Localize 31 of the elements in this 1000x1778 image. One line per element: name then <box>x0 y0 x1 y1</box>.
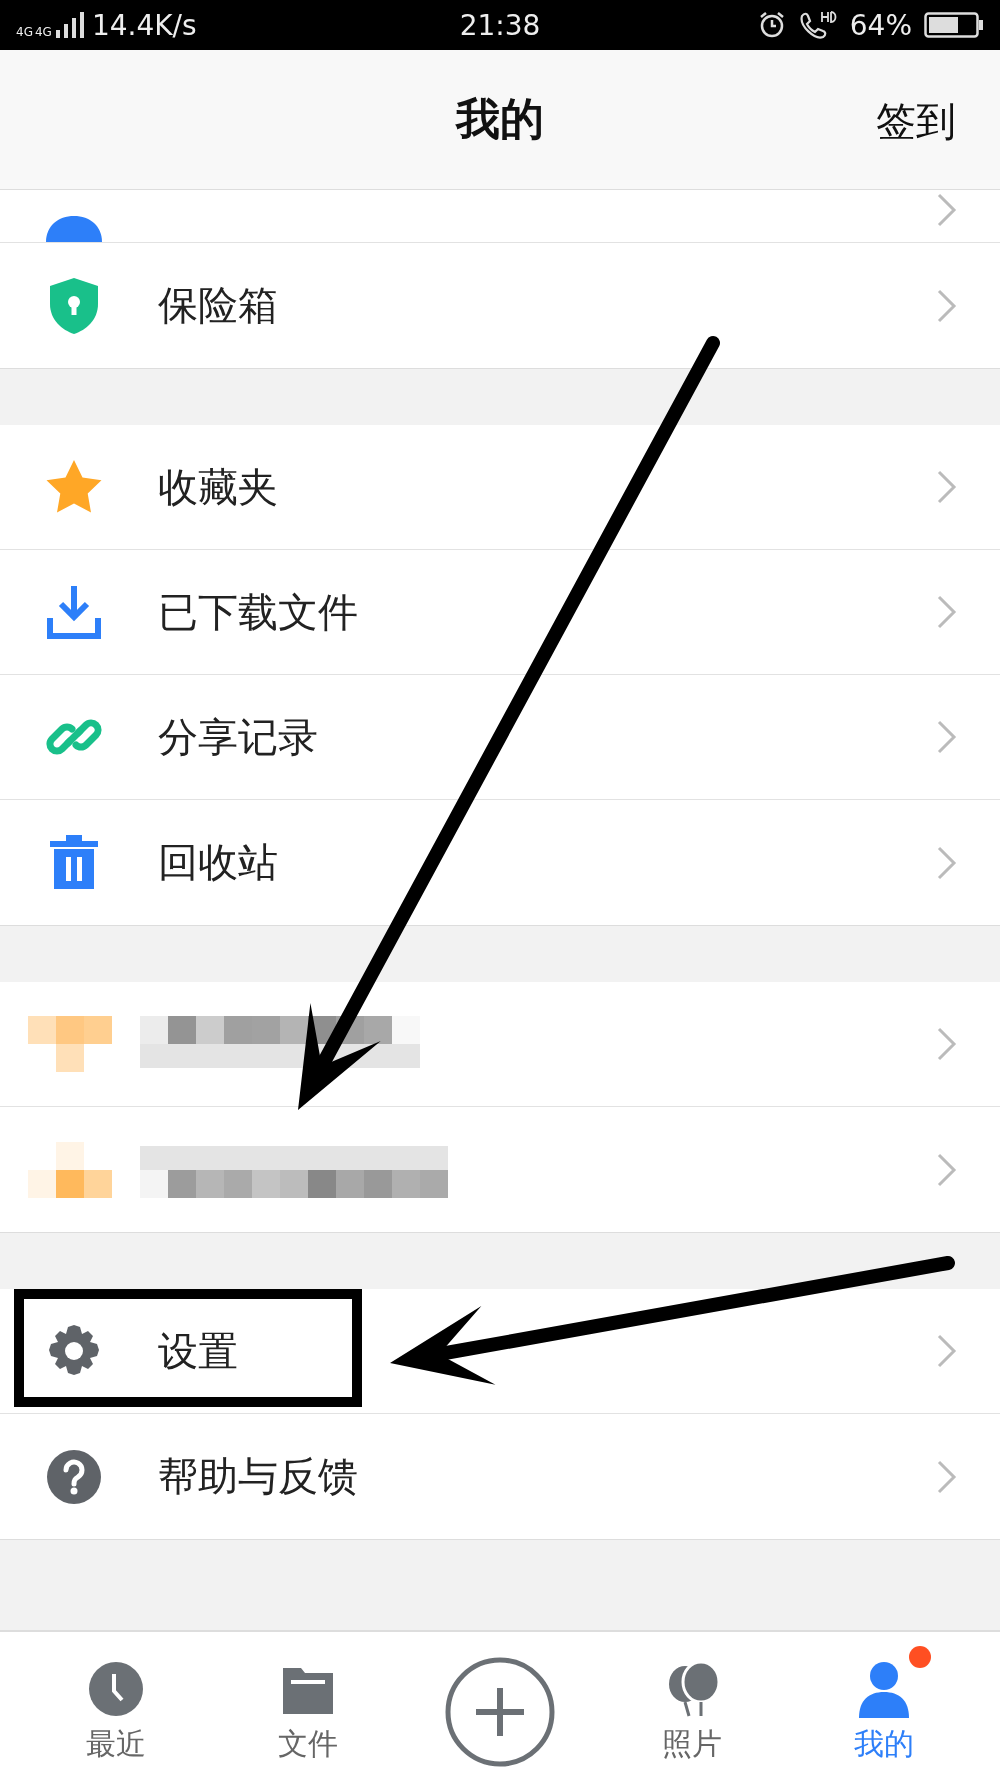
signal-icon <box>53 12 84 38</box>
check-in-button[interactable]: 签到 <box>876 94 956 149</box>
add-button-icon <box>444 1656 556 1768</box>
chevron-right-icon <box>936 844 958 881</box>
clock-icon <box>87 1659 145 1718</box>
chevron-right-icon <box>936 1333 958 1369</box>
menu-item[interactable]: 回收站 <box>0 800 1000 925</box>
chevron-right-icon <box>936 1026 958 1062</box>
page-title: 我的 <box>456 92 544 146</box>
chevron-right-icon <box>936 594 958 630</box>
battery-icon <box>924 11 984 39</box>
chevron-right-icon <box>936 192 958 228</box>
menu-item[interactable]: 分享记录 <box>0 675 1000 800</box>
network-label: 4G <box>16 26 33 38</box>
tab[interactable]: 最近 <box>41 1645 191 1765</box>
chevron-right-icon <box>936 1458 958 1495</box>
network-speed: 14.4K/s <box>91 8 197 42</box>
menu-item[interactable]: 已下载文件 <box>0 550 1000 675</box>
chevron-right-icon <box>936 719 958 755</box>
menu-item[interactable]: 帮助与反馈 <box>0 1414 1000 1539</box>
tab[interactable]: 文件 <box>233 1645 383 1765</box>
battery-percent: 64% <box>849 8 912 42</box>
chevron-right-icon <box>936 287 958 324</box>
tab[interactable]: 我的 <box>809 1645 959 1765</box>
network-label: 4G <box>34 26 52 38</box>
tab[interactable]: 照片 <box>617 1645 767 1765</box>
clock-time: 21:38 <box>459 8 541 42</box>
menu-item[interactable]: 收藏夹 <box>0 425 1000 550</box>
hd-call-icon <box>797 10 838 40</box>
chevron-right-icon <box>936 1151 958 1188</box>
chevron-right-icon <box>936 469 958 505</box>
